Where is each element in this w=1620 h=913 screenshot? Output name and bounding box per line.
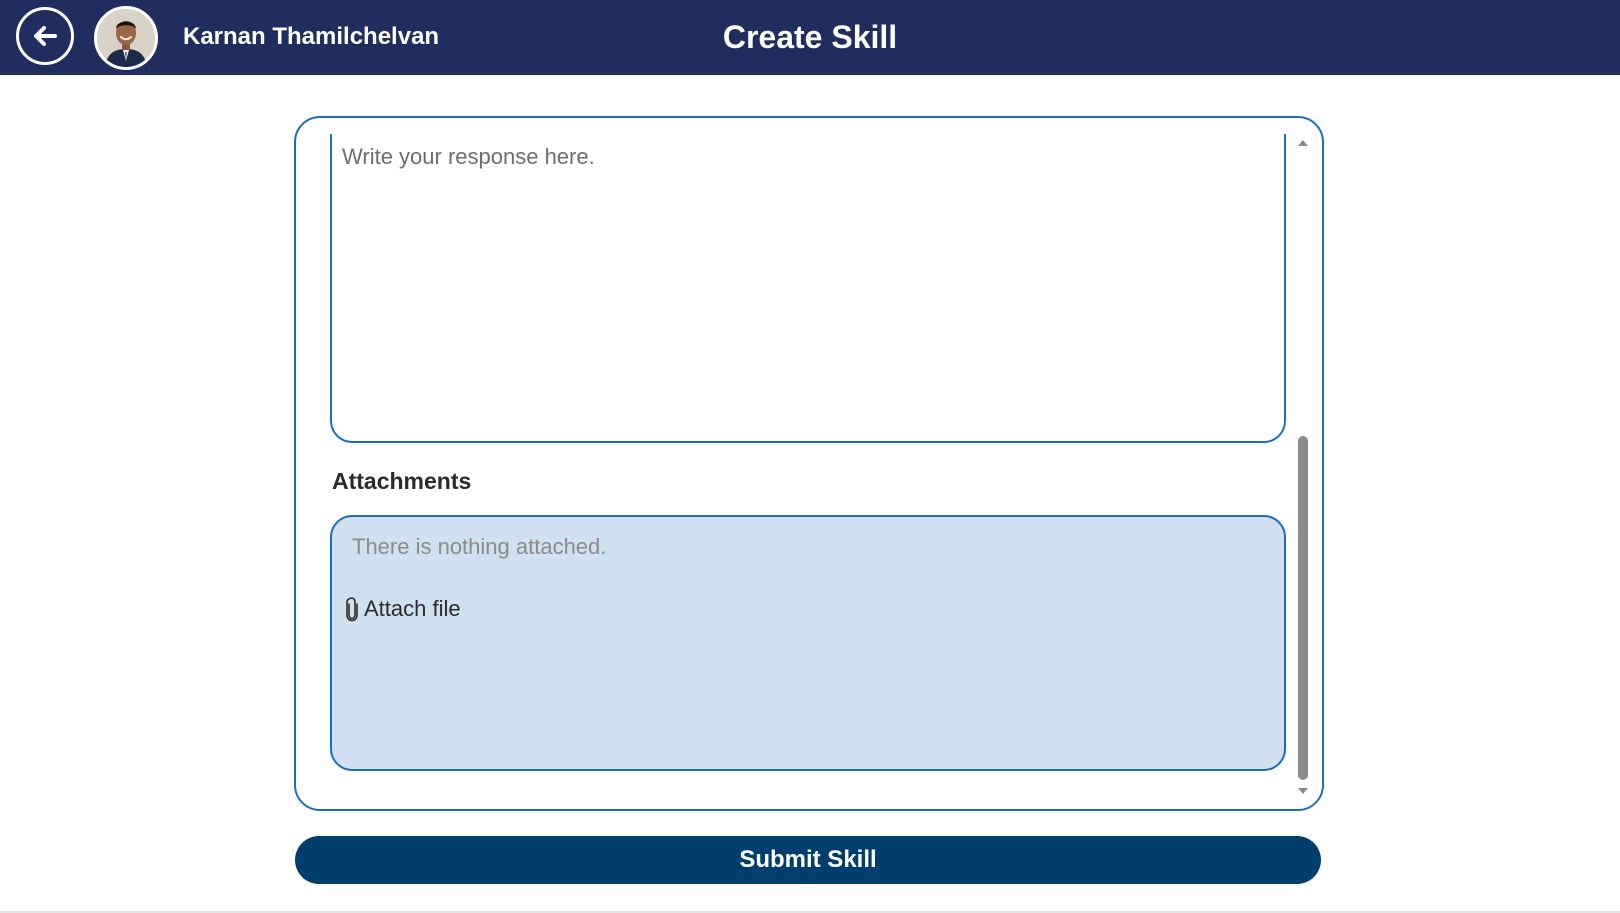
avatar[interactable]: [94, 6, 158, 70]
scroll-up-icon[interactable]: [1298, 140, 1308, 146]
attachments-label: Attachments: [332, 468, 472, 494]
paperclip-icon: [346, 597, 358, 622]
attach-file-label: Attach file: [364, 596, 461, 621]
arrow-left-icon: [34, 26, 57, 46]
attachments-control[interactable]: There is nothing attached. Attach file: [330, 515, 1286, 771]
back-button[interactable]: [16, 7, 74, 65]
create-skill-screen: Karnan Thamilchelvan Create Skill Attach…: [0, 0, 1620, 913]
response-input[interactable]: [330, 134, 1286, 443]
attach-file-button[interactable]: Attach file: [344, 593, 461, 625]
submit-skill-button[interactable]: Submit Skill: [295, 836, 1321, 884]
user-photo: [97, 9, 155, 67]
scroll-down-icon[interactable]: [1298, 788, 1308, 794]
attachments-empty-message: There is nothing attached.: [352, 534, 607, 559]
form-scrollbar[interactable]: [1296, 138, 1310, 794]
user-name: Karnan Thamilchelvan: [183, 23, 440, 50]
form-container: Attachments There is nothing attached. A…: [294, 116, 1324, 811]
header-bar: Karnan Thamilchelvan Create Skill: [0, 0, 1620, 75]
scrollbar-thumb[interactable]: [1298, 436, 1308, 780]
page-title: Create Skill: [722, 19, 898, 55]
